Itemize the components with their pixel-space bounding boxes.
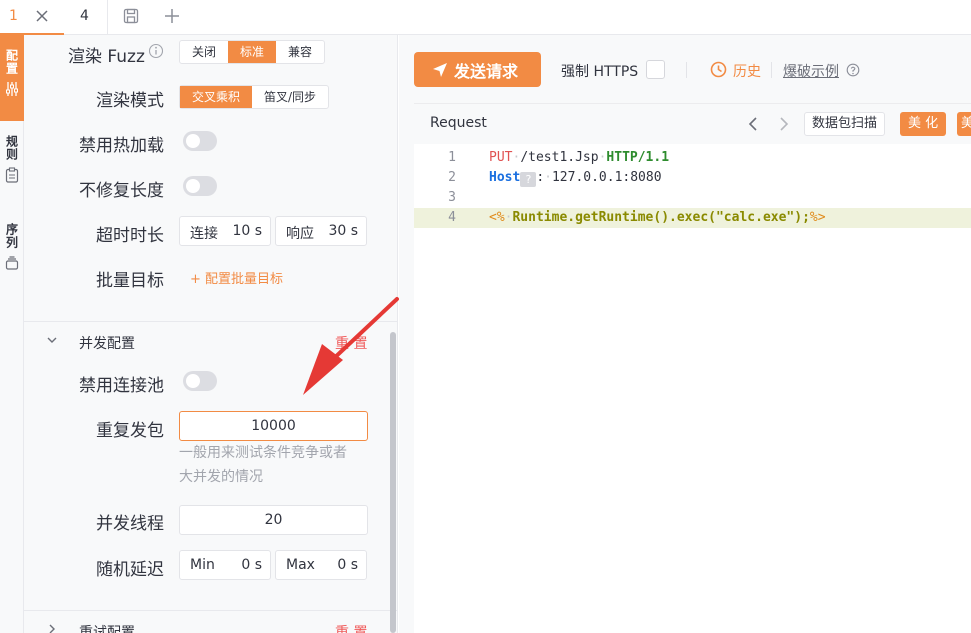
connect-timeout-input[interactable]: 连接 10 s (179, 216, 271, 246)
help-icon[interactable] (846, 63, 860, 77)
chevron-down-icon[interactable] (46, 334, 58, 346)
vtab-rules[interactable]: 规则 (0, 135, 24, 215)
editor-header: Request 数据包扫描 美 化 美 (414, 104, 971, 144)
info-icon[interactable] (148, 43, 164, 59)
chevron-left-icon[interactable] (747, 116, 759, 132)
chevron-right-icon[interactable] (46, 623, 58, 633)
separator (686, 62, 687, 78)
connect-label: 连接 (190, 226, 218, 242)
retry-reset-button[interactable]: 重 置 (335, 622, 367, 633)
code-line: 3 (448, 190, 456, 205)
render-fuzz-label: 渲染 Fuzz (68, 47, 145, 67)
render-mode-segmented: 交叉乘积 笛叉/同步 (179, 85, 330, 109)
special-char-icon: ? (520, 172, 537, 187)
render-fuzz-off[interactable]: 关闭 (180, 41, 228, 63)
delay-max-input[interactable]: Max 0 s (275, 550, 367, 580)
section-divider-2 (24, 610, 397, 611)
disable-pool-toggle[interactable] (183, 371, 217, 391)
disable-hotload-toggle[interactable] (183, 131, 217, 151)
send-icon (433, 62, 447, 77)
history-button[interactable]: 历史 (733, 61, 761, 81)
response-value: 30 s (328, 223, 358, 239)
config-panel: 渲染 Fuzz 关闭 标准 兼容 渲染模式 交叉乘积 笛叉/同步 禁用热加载 不… (24, 35, 398, 633)
vtab-config-label: 配置 (4, 49, 19, 75)
next-action-button[interactable]: 美 (957, 112, 971, 136)
threads-input[interactable]: 20 (179, 505, 368, 535)
code-line: 2 Host?:·127.0.0.1:8080 (448, 170, 662, 187)
clock-icon (710, 61, 727, 78)
disable-hotload-label: 禁用热加载 (79, 136, 164, 156)
request-area: 发送请求 强制 HTTPS 历史 爆破示例 Request 数据包扫描 美 化 … (399, 35, 971, 633)
concurrency-section-title: 并发配置 (79, 336, 135, 352)
packet-scan-button[interactable]: 数据包扫描 (804, 112, 886, 136)
beautify-button[interactable]: 美 化 (900, 112, 947, 136)
save-icon[interactable] (122, 7, 140, 25)
vtab-rules-label: 规则 (4, 135, 19, 161)
separator-2 (771, 62, 772, 78)
response-timeout-input[interactable]: 响应 30 s (275, 216, 367, 246)
random-delay-label: 随机延迟 (96, 560, 164, 580)
force-https-checkbox[interactable] (646, 60, 665, 79)
retry-section-title: 重试配置 (79, 625, 135, 633)
timeout-label: 超时时长 (96, 226, 164, 246)
tab-bar: 1 4 (0, 0, 971, 35)
vtab-sequence-label: 序列 (4, 223, 19, 249)
tab-4-label: 4 (80, 8, 89, 24)
disable-pool-label: 禁用连接池 (79, 376, 164, 396)
send-request-button[interactable]: 发送请求 (414, 52, 541, 87)
render-fuzz-segmented: 关闭 标准 兼容 (179, 40, 326, 64)
close-icon[interactable] (33, 7, 51, 25)
delay-min-input[interactable]: Min 0 s (179, 550, 271, 580)
code-line-highlighted: 4 <%·Runtime.getRuntime().exec("calc.exe… (414, 208, 971, 228)
render-mode-sync[interactable]: 笛叉/同步 (252, 86, 328, 108)
max-label: Max (286, 557, 315, 573)
tab-1-label: 1 (9, 8, 18, 24)
vtab-sequence[interactable]: 序列 (0, 223, 24, 303)
layers-icon (5, 256, 19, 270)
repeat-label: 重复发包 (96, 421, 164, 441)
connect-value: 10 s (232, 223, 262, 239)
vtab-config[interactable]: 配置 (0, 35, 24, 121)
side-vertical-tabs: 配置 规则 序列 (0, 35, 24, 633)
no-fix-length-label: 不修复长度 (79, 181, 164, 201)
editor-title: Request (430, 115, 487, 131)
repeat-help-text: 一般用来测试条件竞争或者 大并发的情况 (179, 445, 347, 485)
concurrency-reset-button[interactable]: 重 置 (335, 333, 367, 353)
chevron-right-nav-icon[interactable] (778, 116, 790, 132)
render-mode-label: 渲染模式 (96, 91, 164, 111)
configure-batch-target-link[interactable]: + 配置批量目标 (190, 268, 283, 287)
threads-value: 20 (264, 512, 283, 528)
repeat-count-input[interactable]: 10000 (179, 411, 368, 441)
code-line: 1 PUT·/test1.Jsp·HTTP/1.1 (448, 150, 670, 165)
max-value: 0 s (337, 557, 358, 573)
blast-example-link[interactable]: 爆破示例 (783, 61, 839, 81)
no-fix-length-toggle[interactable] (183, 176, 217, 196)
force-https-label: 强制 HTTPS (561, 64, 639, 80)
min-label: Min (190, 557, 215, 573)
render-mode-cross[interactable]: 交叉乘积 (180, 86, 253, 108)
request-editor: Request 数据包扫描 美 化 美 1 PUT·/test1.Jsp·HTT… (414, 103, 971, 633)
repeat-count-value: 10000 (251, 418, 296, 434)
tab-1[interactable]: 1 (0, 0, 64, 35)
render-fuzz-standard[interactable]: 标准 (228, 41, 277, 63)
add-tab-icon[interactable] (163, 7, 181, 25)
batch-target-label: 批量目标 (96, 271, 164, 291)
tab-4[interactable]: 4 (64, 0, 108, 35)
clipboard-icon (5, 167, 19, 183)
sliders-icon (6, 82, 18, 96)
min-value: 0 s (241, 557, 262, 573)
panel-scrollbar[interactable] (390, 332, 396, 633)
section-divider (24, 321, 397, 322)
threads-label: 并发线程 (96, 514, 164, 534)
response-label: 响应 (286, 226, 314, 242)
render-fuzz-compat[interactable]: 兼容 (276, 41, 324, 63)
